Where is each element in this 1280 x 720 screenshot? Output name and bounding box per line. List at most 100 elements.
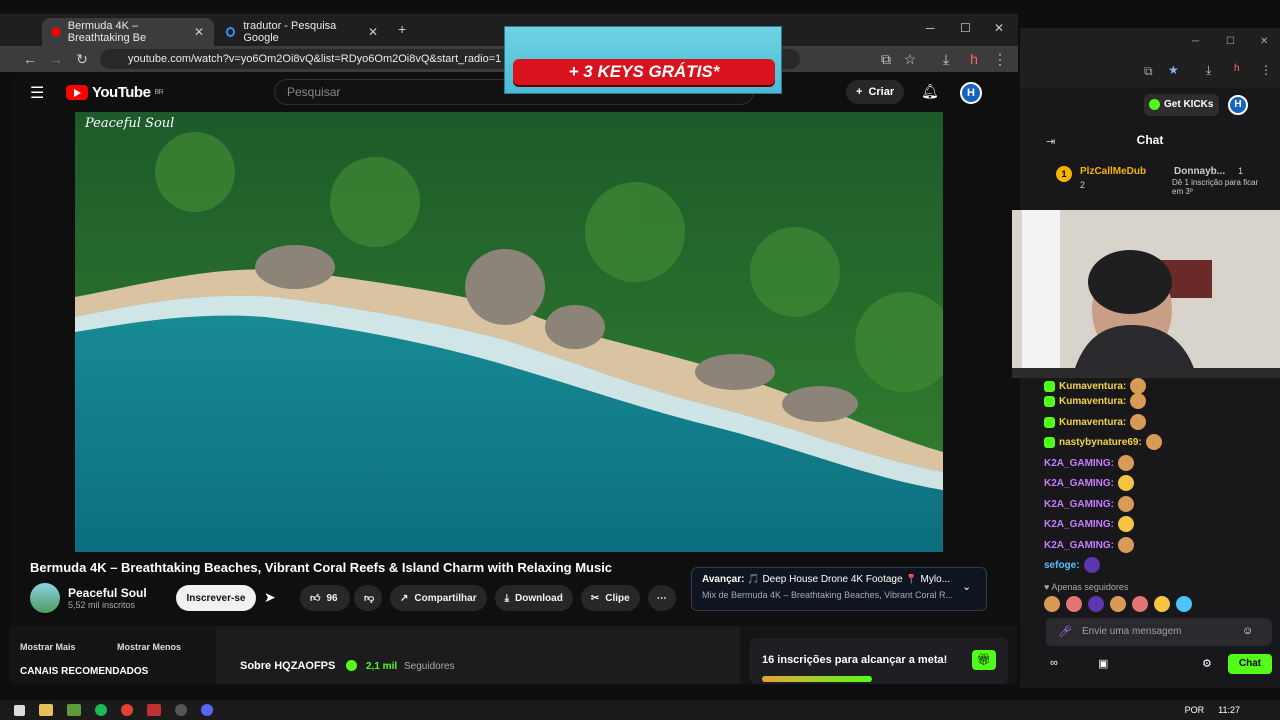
obs-icon[interactable] — [175, 704, 187, 716]
autoplay-next-box[interactable]: Avançar: 🎵 Deep House Drone 4K Footage 📍… — [691, 567, 987, 611]
channel-avatar[interactable] — [30, 583, 60, 613]
clip-button[interactable]: ✂ Clipe — [580, 585, 640, 611]
chat-username[interactable]: K2A_GAMING: — [1044, 478, 1114, 489]
profile-avatar[interactable]: h — [964, 49, 984, 69]
verified-icon — [346, 660, 357, 671]
emote-icon[interactable] — [1044, 596, 1060, 612]
hamburger-menu-icon[interactable]: ☰ — [30, 83, 44, 103]
account-avatar[interactable]: H — [960, 82, 982, 104]
microphone-icon[interactable]: 🎤︎ — [1058, 625, 1072, 638]
chat-message: nastybynature69: — [1044, 434, 1162, 450]
emote-icon — [1118, 537, 1135, 553]
new-tab-icon[interactable]: + — [398, 21, 406, 37]
chat-username[interactable]: K2A_GAMING: — [1044, 540, 1114, 551]
get-kicks-button[interactable]: Get KICKs — [1144, 94, 1220, 116]
language-indicator[interactable]: POR — [1185, 705, 1205, 715]
bell-icon[interactable]: 🔔︎ — [921, 83, 939, 100]
emote-icon[interactable] — [1176, 596, 1192, 612]
chrome-icon[interactable] — [121, 704, 133, 716]
profile-avatar[interactable]: h — [1234, 63, 1240, 74]
forward-icon[interactable]: → — [46, 49, 66, 69]
emote-icon[interactable] — [1088, 596, 1104, 612]
emote-icon[interactable] — [1132, 596, 1148, 612]
app-icon[interactable] — [67, 704, 81, 716]
windows-start-icon[interactable] — [14, 704, 25, 716]
translate-icon[interactable]: ⧉ — [1144, 64, 1153, 79]
leader-1-name: PlzCallMeDub — [1080, 166, 1147, 177]
reward-points-icon[interactable]: ∞ — [1050, 657, 1058, 669]
show-more-link[interactable]: Mostrar Mais — [20, 642, 76, 652]
chat-username[interactable]: nastybynature69: — [1059, 437, 1142, 448]
chat-username[interactable]: K2A_GAMING: — [1044, 519, 1114, 530]
file-explorer-icon[interactable] — [39, 704, 53, 716]
menu-kebab-icon[interactable]: ⋮ — [990, 49, 1010, 69]
settings-gear-icon[interactable]: ⚙ — [1202, 657, 1212, 670]
chat-username[interactable]: Kumaventura: — [1059, 396, 1126, 407]
close-tab-icon[interactable]: ✕ — [368, 25, 378, 39]
send-chat-button[interactable]: Chat — [1228, 654, 1272, 674]
webcam-frame — [1012, 210, 1280, 378]
gift-icon[interactable]: 🎁︎ — [972, 650, 996, 670]
youtube-logo[interactable]: YouTube BR — [66, 84, 164, 101]
like-count: 96 — [326, 592, 338, 604]
show-less-link[interactable]: Mostrar Menos — [117, 642, 181, 652]
channel-name[interactable]: Peaceful Soul — [68, 586, 160, 600]
close-tab-icon[interactable]: ✕ — [194, 25, 204, 39]
chat-username[interactable]: sefoge: — [1044, 560, 1080, 571]
share-button[interactable]: ↗ Compartilhar — [390, 585, 487, 611]
video-player[interactable]: Peaceful Soul — [75, 112, 943, 552]
bookmark-star-icon[interactable]: ☆ — [900, 49, 920, 69]
kick-avatar[interactable]: H — [1228, 95, 1248, 115]
chat-username[interactable]: Kumaventura: — [1059, 417, 1126, 428]
clip-label: Clipe — [605, 592, 630, 604]
next-mix-title: Mix de Bermuda 4K – Breathtaking Beaches… — [702, 590, 952, 600]
emote-bar — [1044, 596, 1274, 612]
video-title: Bermuda 4K – Breathtaking Beaches, Vibra… — [30, 560, 613, 575]
maximize-icon[interactable]: ☐ — [1226, 36, 1235, 47]
menu-kebab-icon[interactable]: ⋮ — [1260, 63, 1272, 77]
subscribe-button[interactable]: Inscrever-se — [176, 585, 256, 611]
chat-username[interactable]: K2A_GAMING: — [1044, 458, 1114, 469]
emoji-icon[interactable]: ☺ — [1242, 625, 1253, 637]
stream-page-bottom: Mostrar Mais Mostrar Menos CANAIS RECOME… — [10, 626, 1018, 684]
downloads-icon[interactable]: ⤓ — [1206, 63, 1211, 78]
chat-username[interactable]: K2A_GAMING: — [1044, 499, 1114, 510]
close-window-icon[interactable]: ✕ — [994, 21, 1004, 35]
create-button[interactable]: + Criar — [846, 80, 905, 104]
app-icon[interactable] — [147, 704, 161, 716]
like-button[interactable]: 👍︎ 96 — [300, 585, 350, 611]
spotify-icon[interactable] — [95, 704, 107, 716]
discord-icon[interactable] — [201, 704, 213, 716]
thumbs-down-icon: 👎︎ — [364, 593, 375, 604]
close-window-icon[interactable]: ✕ — [1260, 36, 1268, 47]
tab-youtube[interactable]: Bermuda 4K – Breathtaking Be ✕ — [42, 18, 214, 46]
install-icon[interactable]: ⧉ — [876, 49, 896, 69]
tab-google[interactable]: tradutor - Pesquisa Google ✕ — [216, 18, 388, 46]
logo-text: YouTube — [92, 84, 151, 101]
share-icon: ↗ — [400, 592, 409, 604]
minimize-icon[interactable]: ─ — [1192, 36, 1199, 47]
minimize-icon[interactable]: ─ — [926, 21, 935, 35]
sub-badge-icon — [1044, 395, 1055, 407]
store-icon[interactable]: ▣ — [1098, 657, 1108, 670]
chat-username[interactable]: Kumaventura: — [1059, 381, 1126, 392]
download-button[interactable]: ⤓ Download — [494, 585, 573, 611]
emote-icon[interactable] — [1154, 596, 1170, 612]
bookmark-star-icon[interactable]: ★ — [1168, 63, 1179, 77]
sub-badge-icon — [1044, 436, 1055, 448]
downloads-icon[interactable]: ⤓ — [936, 49, 956, 69]
emote-icon[interactable] — [1066, 596, 1082, 612]
clock[interactable]: 11:27 — [1218, 705, 1240, 715]
chat-messages: Kumaventura: Kumaventura: Kumaventura: n… — [1020, 378, 1280, 608]
kick-coin-icon — [1149, 99, 1160, 110]
cursor-spacer: ➤ — [264, 589, 292, 607]
maximize-icon[interactable]: ☐ — [960, 21, 971, 35]
chat-message-input[interactable]: Envie uma mensagem — [1046, 618, 1272, 646]
back-icon[interactable]: ← — [20, 49, 40, 69]
more-actions-button[interactable]: ⋯ — [647, 585, 676, 611]
emote-icon[interactable] — [1110, 596, 1126, 612]
reload-icon[interactable]: ↻ — [72, 49, 92, 69]
chevron-down-icon[interactable]: ⌄ — [962, 580, 971, 593]
dislike-button[interactable]: 👎︎ — [354, 585, 382, 611]
followers-label: Seguidores — [404, 661, 455, 672]
